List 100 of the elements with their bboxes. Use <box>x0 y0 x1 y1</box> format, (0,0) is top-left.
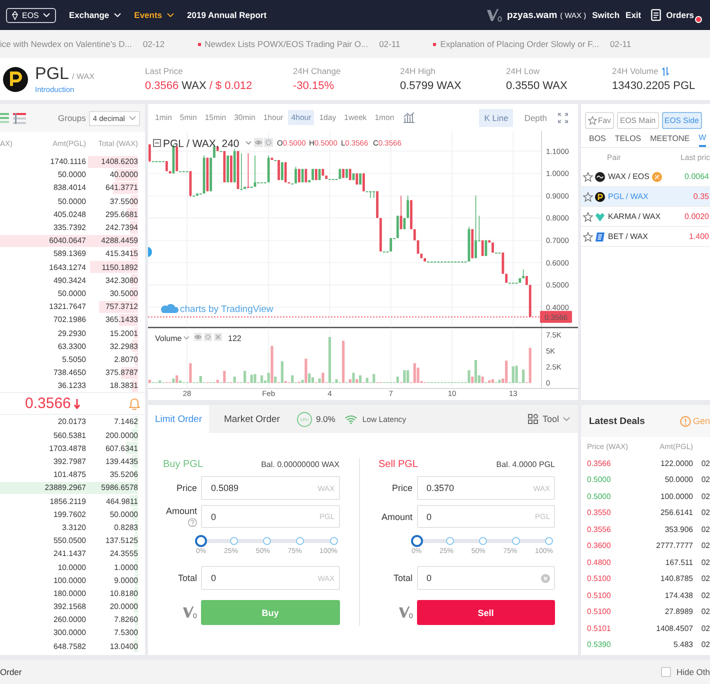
bar <box>352 372 355 383</box>
bar <box>413 363 416 383</box>
bar <box>356 379 358 383</box>
gear-icon[interactable] <box>204 333 212 341</box>
bar <box>403 370 406 383</box>
fullscreen-icon[interactable] <box>558 112 568 122</box>
eye-icon[interactable] <box>194 333 202 341</box>
stat-unit: WAX <box>542 80 568 92</box>
total-input[interactable]: 0 <box>416 566 555 590</box>
field-label: Amount <box>381 512 412 522</box>
close-icon[interactable] <box>214 333 222 341</box>
bar <box>280 361 284 383</box>
list-icon[interactable] <box>0 113 9 123</box>
slider-stop-icon[interactable] <box>512 537 520 545</box>
checkbox[interactable] <box>661 667 672 677</box>
coin-icon <box>3 66 28 92</box>
pair-price: 1.400 <box>688 232 710 241</box>
slider-thumb[interactable] <box>410 535 422 547</box>
warning-icon <box>680 416 691 426</box>
chain-selector[interactable]: EOS <box>6 8 56 22</box>
header-link[interactable]: Exit <box>626 10 642 20</box>
clear-icon[interactable] <box>541 574 550 582</box>
bar <box>522 370 525 383</box>
header-link[interactable]: Switch <box>592 10 620 20</box>
grid-icon <box>528 414 538 424</box>
bar <box>505 360 508 383</box>
chart-icon[interactable] <box>403 112 416 123</box>
field-label: Total <box>176 573 197 583</box>
bell-icon[interactable] <box>129 398 140 410</box>
sort-icon[interactable] <box>662 66 670 76</box>
star-icon <box>588 116 597 125</box>
gear-icon[interactable] <box>264 138 273 147</box>
candlestick <box>474 195 477 259</box>
cpu-usage: 9.0% <box>316 414 336 424</box>
list-icon[interactable] <box>13 112 26 124</box>
bar <box>178 380 182 383</box>
caret-icon[interactable] <box>184 336 190 340</box>
logo-icon <box>486 8 502 22</box>
wifi-icon <box>345 414 358 424</box>
slider-stop-icon[interactable] <box>478 537 487 545</box>
slider-stop-icon[interactable] <box>230 537 238 545</box>
candlestick <box>240 152 243 190</box>
slider-stop-icon[interactable] <box>446 537 454 545</box>
heart-icon <box>595 212 605 222</box>
volume-label: Volume <box>155 334 182 343</box>
field-label: Total <box>392 573 412 583</box>
nav-link[interactable]: Exchange <box>69 10 122 20</box>
pair-row[interactable]: KARMA / WAX 0.0020 <box>581 207 710 227</box>
nav-link[interactable]: 2019 Annual Report <box>187 10 267 20</box>
star-icon[interactable] <box>583 212 593 222</box>
candlestick <box>304 168 308 183</box>
slider-stop-icon[interactable] <box>545 537 553 545</box>
panel-toggle-icon[interactable] <box>148 247 152 257</box>
star-icon[interactable] <box>583 192 593 202</box>
caret-icon[interactable] <box>246 141 252 145</box>
candlestick <box>148 144 151 163</box>
balance: Bal. 0.00000000 WAX <box>261 460 340 468</box>
chart-symbol: PGL / WAX, 240 <box>163 138 240 150</box>
orders-link[interactable]: Orders <box>651 9 694 21</box>
quote-currency: / WAX <box>72 72 94 81</box>
caret-icon <box>563 417 570 421</box>
slider-stop-icon[interactable] <box>296 537 304 545</box>
bar <box>498 380 501 383</box>
bar <box>274 376 277 383</box>
candlestick <box>413 228 416 241</box>
slider-stop-icon[interactable] <box>330 537 338 545</box>
slider-thumb[interactable] <box>195 535 207 547</box>
pair-name: PGL / WAX <box>608 192 648 201</box>
account-name: pzyas.wam <box>506 10 558 20</box>
news-date: 02-11 <box>610 39 632 49</box>
balance: Bal. 4.0000 PGL <box>496 460 555 468</box>
pair-price: 0.35 <box>693 192 710 201</box>
bar <box>471 376 474 383</box>
bar <box>322 372 324 383</box>
chain-tab[interactable]: TELOS <box>614 129 642 147</box>
bar <box>512 366 514 383</box>
view-tab[interactable]: Depth <box>519 108 552 126</box>
stat-label: Last Price <box>145 66 183 76</box>
candlestick <box>390 238 392 252</box>
chain-tab[interactable]: MEETONE <box>650 129 690 147</box>
order-type-tab[interactable]: Market Order <box>216 405 287 433</box>
star-icon[interactable] <box>583 172 593 182</box>
bar <box>348 379 352 383</box>
help-icon[interactable] <box>188 518 197 527</box>
diamond-icon <box>12 10 18 20</box>
collapse-icon[interactable] <box>153 139 161 147</box>
tool-menu[interactable]: Tool <box>528 414 570 424</box>
sell-button[interactable]: Sell <box>416 600 555 625</box>
candlestick <box>372 190 376 198</box>
bar <box>335 379 338 383</box>
pair-name: KARMA / WAX <box>608 212 661 221</box>
nav-link[interactable]: Events <box>134 10 174 20</box>
pair-row[interactable]: BET / WAX 1.400 <box>581 227 710 247</box>
bar <box>172 378 175 383</box>
star-icon[interactable] <box>583 232 593 242</box>
stat-unit: WAX <box>182 80 206 92</box>
stat-label: 24H Low <box>506 66 540 76</box>
chain-tab[interactable]: BOS <box>589 129 606 147</box>
eye-icon[interactable] <box>254 138 263 147</box>
slider-stop-icon[interactable] <box>263 537 272 545</box>
